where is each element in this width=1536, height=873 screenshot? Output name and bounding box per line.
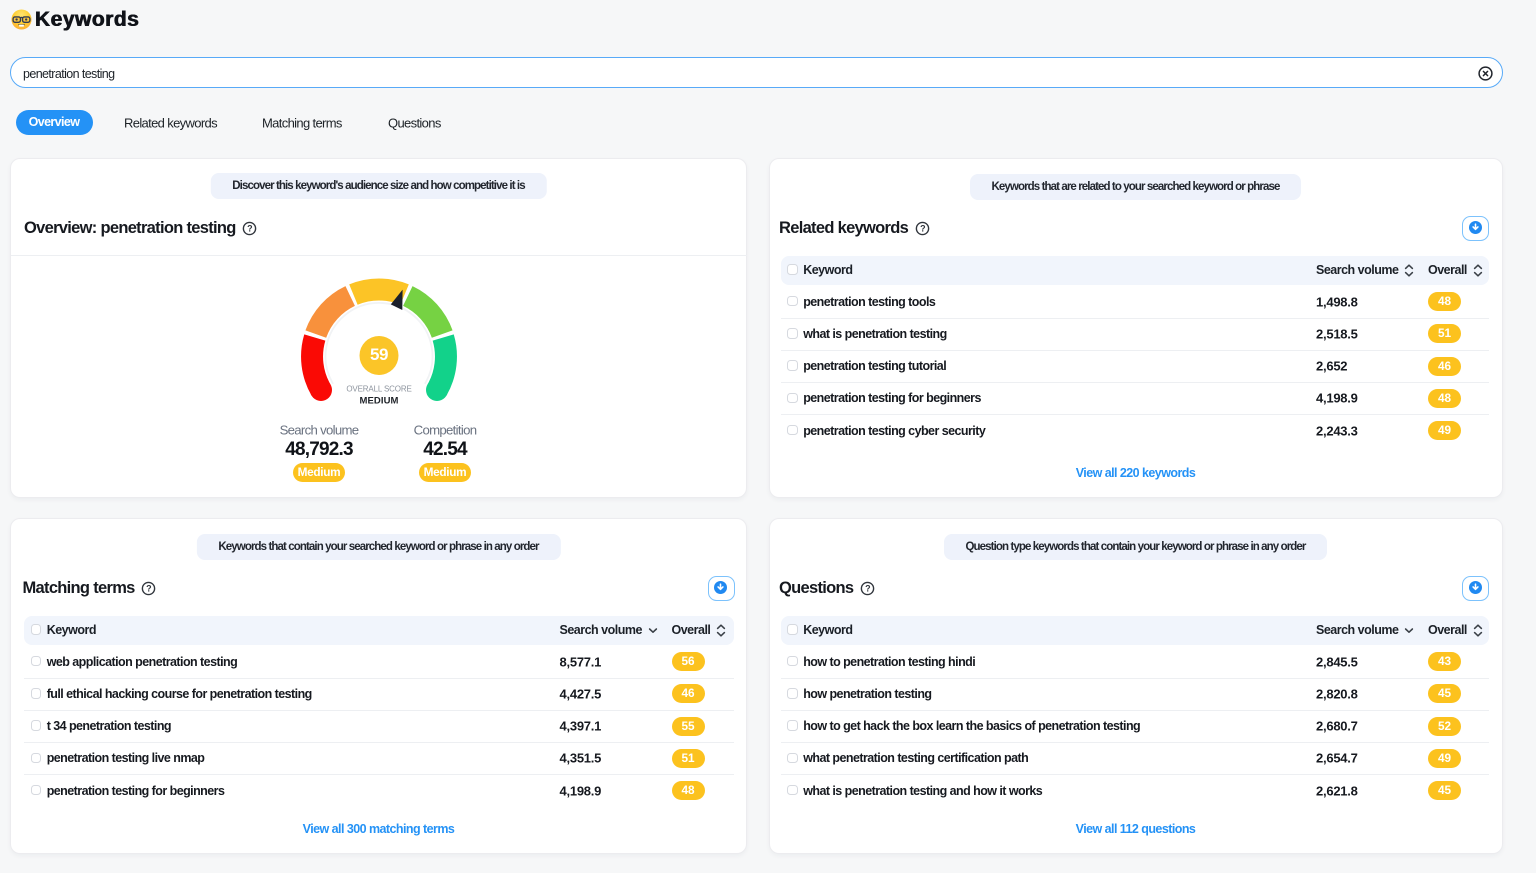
svg-text:?: ? [920,223,925,233]
svg-text:?: ? [865,583,870,593]
svg-text:?: ? [146,583,151,593]
